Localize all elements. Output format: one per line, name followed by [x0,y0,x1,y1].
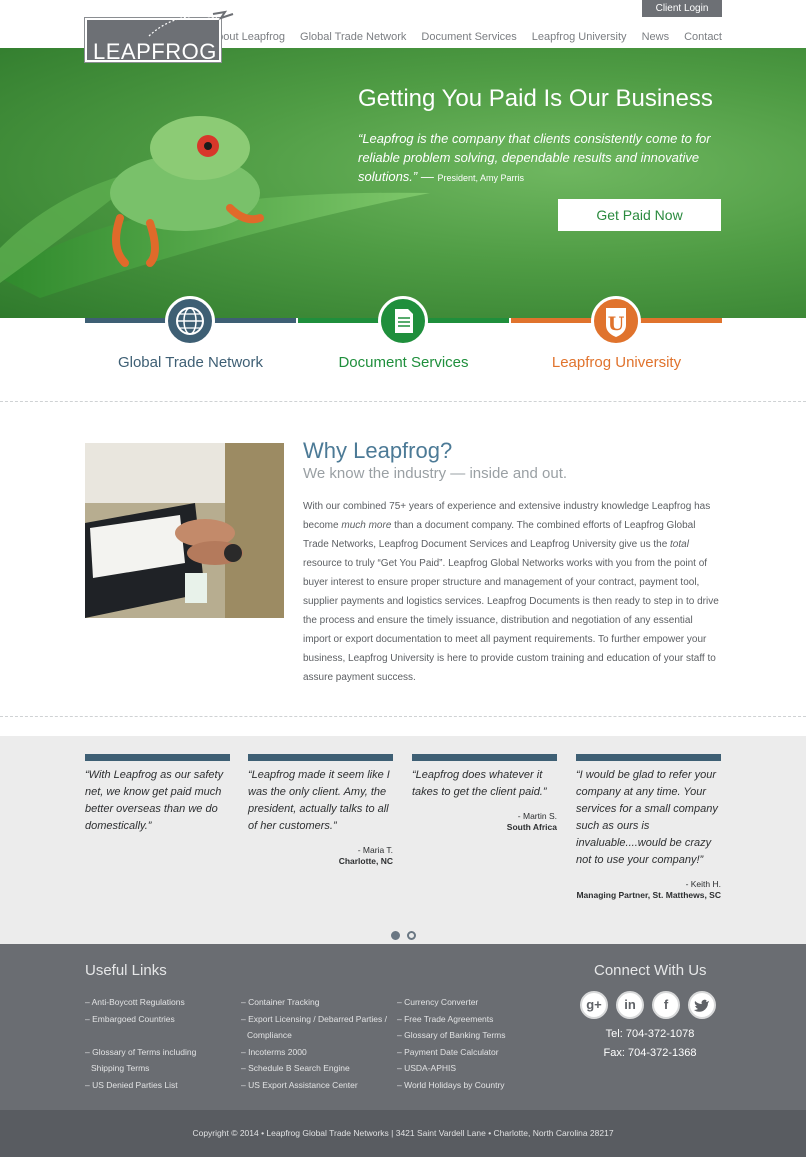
tel-number[interactable]: 704-372-1078 [626,1028,695,1040]
why-body-part: resource to truly “Get You Paid”. Leapfr… [303,558,719,683]
globe-icon [165,296,215,346]
testimonial-bar [576,754,721,761]
service-document-services[interactable]: Document Services [298,296,509,378]
section-divider [0,401,806,402]
footer-link[interactable]: – US Export Assistance Center [241,1077,396,1094]
connect-title: Connect With Us [594,962,707,979]
footer-link[interactable]: – Payment Date Calculator [397,1044,552,1061]
footer-spacer [85,1027,240,1044]
testimonials-section: “With Leapfrog as our safety net, we kno… [0,736,806,944]
why-subtitle: We know the industry — inside and out. [303,465,568,482]
nav-news[interactable]: News [642,31,670,43]
useful-links-column-1: – Anti-Boycott Regulations – Embargoed C… [85,994,240,1094]
useful-links-column-3: – Currency Converter – Free Trade Agreem… [397,994,552,1094]
why-body: With our combined 75+ years of experienc… [303,497,723,687]
footer-link[interactable]: – USDA-APHIS [397,1060,552,1077]
footer-link[interactable]: – Anti-Boycott Regulations [85,994,240,1011]
why-body-emphasis: much more [341,520,392,531]
linkedin-icon[interactable]: in [616,991,644,1019]
nav-contact[interactable]: Contact [684,31,722,43]
service-label: Document Services [338,354,469,371]
testimonial-name: - Keith H. [685,879,721,889]
leapfrog-logo[interactable]: LEAPFROG [84,10,234,64]
svg-text:U: U [608,313,625,335]
footer-link[interactable]: – Currency Converter [397,994,552,1011]
hero-banner: Getting You Paid Is Our Business “Leapfr… [0,48,806,318]
testimonial-card: “Leapfrog made it seem like I was the on… [248,754,393,868]
nav-global-trade-network[interactable]: Global Trade Network [300,31,406,43]
why-body-emphasis: total [670,539,689,550]
testimonial-card: “Leapfrog does whatever it takes to get … [412,754,557,834]
telephone-line: Tel: 704-372-1078 [580,1028,720,1040]
fax-label: Fax: [603,1047,625,1059]
testimonial-quote: “Leapfrog does whatever it takes to get … [412,769,547,798]
testimonial-quote: “I would be glad to refer your company a… [576,769,718,866]
footer-link[interactable]: – Glossary of Banking Terms [397,1027,552,1044]
testimonial-bar [412,754,557,761]
service-global-trade-network[interactable]: Global Trade Network [85,296,296,378]
footer-link[interactable]: – Glossary of Terms including Shipping T… [85,1044,215,1077]
footer-link[interactable]: – Embargoed Countries [85,1011,240,1028]
testimonial-card: “I would be glad to refer your company a… [576,754,721,902]
document-icon [378,296,428,346]
google-plus-icon[interactable]: g+ [580,991,608,1019]
copyright-bar: Copyright © 2014 • Leapfrog Global Trade… [0,1110,806,1157]
hero-quote: “Leapfrog is the company that clients co… [358,129,718,188]
logo-text: LEAPFROG [93,39,217,64]
testimonial-bar [85,754,230,761]
footer-link[interactable]: – Schedule B Search Engine [241,1060,396,1077]
footer-link[interactable]: – Incoterms 2000 [241,1044,396,1061]
swoosh-icon [148,10,234,37]
twitter-icon[interactable] [688,991,716,1019]
get-paid-now-button[interactable]: Get Paid Now [558,199,721,231]
section-divider [0,716,806,717]
hero-title: Getting You Paid Is Our Business [358,85,713,112]
carousel-dot[interactable] [407,931,416,940]
hero-quote-text: “Leapfrog is the company that clients co… [358,131,711,184]
footer-link[interactable]: – Container Tracking [241,994,396,1011]
footer-link[interactable]: – Free Trade Agreements [397,1011,552,1028]
testimonial-name: - Maria T. [357,845,393,855]
university-shield-icon: U [591,296,641,346]
page: Client Login About Leapfrog Global Trade… [0,0,806,1157]
footer-link[interactable]: – US Denied Parties List [85,1077,240,1094]
service-label: Global Trade Network [117,354,264,371]
useful-links-column-2: – Container Tracking – Export Licensing … [241,994,396,1094]
testimonial-quote: “With Leapfrog as our safety net, we kno… [85,769,224,832]
client-login-button[interactable]: Client Login [642,0,722,17]
testimonial-location: South Africa [506,822,557,832]
nav-document-services[interactable]: Document Services [421,31,516,43]
nav-leapfrog-university[interactable]: Leapfrog University [532,31,627,43]
footer-link[interactable]: – Export Licensing / Debarred Parties / … [241,1011,396,1044]
useful-links-title: Useful Links [85,962,167,979]
signing-documents-photo [85,443,284,618]
testimonial-name: - Martin S. [517,811,557,821]
testimonial-quote: “Leapfrog made it seem like I was the on… [248,769,390,832]
testimonial-card: “With Leapfrog as our safety net, we kno… [85,754,230,835]
testimonial-location: Charlotte, NC [338,856,393,866]
site-footer: Useful Links – Anti-Boycott Regulations … [0,944,806,1110]
fax-line: Fax: 704-372-1368 [580,1047,720,1059]
service-leapfrog-university[interactable]: U Leapfrog University [511,296,722,378]
testimonial-location: Managing Partner, St. Matthews, SC [576,890,721,900]
footer-link[interactable]: – World Holidays by Country [397,1077,552,1094]
tel-label: Tel: [605,1028,623,1040]
main-nav: About Leapfrog Global Trade Network Docu… [210,31,722,43]
fax-number: 704-372-1368 [627,1047,697,1059]
service-label: Leapfrog University [551,354,682,371]
why-title: Why Leapfrog? [303,438,453,463]
facebook-icon[interactable]: f [652,991,680,1019]
hero-attribution: President, Amy Parris [437,173,525,183]
testimonial-bar [248,754,393,761]
carousel-dot-active[interactable] [391,931,400,940]
